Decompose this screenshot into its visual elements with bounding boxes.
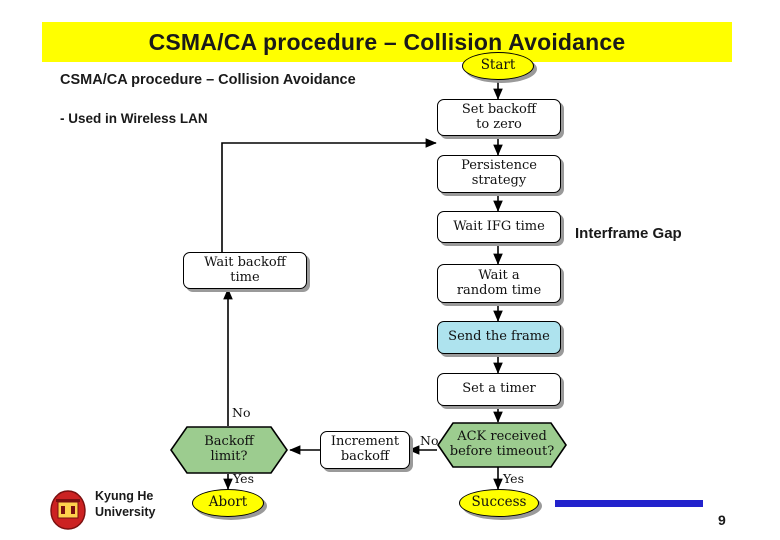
node-send-frame-label: Send the frame <box>448 329 550 345</box>
node-set-a-timer: Set a timer <box>437 373 561 406</box>
university-name: Kyung He University <box>95 489 155 520</box>
node-wait-ifg-label: Wait IFG time <box>453 218 545 234</box>
node-abort: Abort <box>192 489 264 517</box>
node-set-timer-label: Set a timer <box>462 381 536 397</box>
node-increment-line1: Increment <box>330 434 400 450</box>
node-abort-label: Abort <box>208 494 248 511</box>
node-wait-ifg-time: Wait IFG time <box>437 211 561 243</box>
university-line2: University <box>95 504 156 519</box>
edge-label-limit-yes: Yes <box>233 471 254 486</box>
node-wait-random-line1: Wait a <box>478 267 520 283</box>
page-number: 9 <box>718 512 726 528</box>
node-success: Success <box>459 489 539 517</box>
node-set-backoff-line2: to zero <box>476 116 522 132</box>
node-increment-line2: backoff <box>340 449 390 464</box>
node-send-the-frame: Send the frame <box>437 321 561 354</box>
node-wait-backoff-line1: Wait backoff <box>204 254 286 270</box>
node-start-label: Start <box>480 57 516 74</box>
edge-label-ack-no: No <box>420 433 439 448</box>
slide: CSMA/CA procedure – Collision Avoidance … <box>0 0 780 540</box>
node-wait-backoff-line2: time <box>230 269 260 285</box>
node-wait-random-time: Wait a random time <box>437 264 561 303</box>
footer-accent-bar <box>555 500 703 507</box>
university-line1: Kyung He <box>95 489 154 503</box>
university-logo-icon <box>48 489 88 531</box>
node-set-backoff-to-zero: Set backoff to zero <box>437 99 561 136</box>
edge-label-limit-no: No <box>232 405 251 420</box>
node-success-label: Success <box>471 494 527 511</box>
node-increment-backoff: Increment backoff <box>320 431 410 469</box>
node-wait-backoff-time: Wait backoff time <box>183 252 307 289</box>
node-start: Start <box>462 52 534 80</box>
node-wait-random-line2: random time <box>456 282 542 298</box>
node-ack-received-decision: ACK received before timeout? <box>437 422 567 468</box>
edge-label-ack-yes: Yes <box>503 471 524 486</box>
node-persistence-line1: Persistence <box>461 158 537 174</box>
node-backoff-limit-decision: Backoff limit? <box>170 426 288 474</box>
node-persistence-strategy: Persistence strategy <box>437 155 561 193</box>
node-persistence-line2: strategy <box>471 173 527 188</box>
node-set-backoff-line1: Set backoff <box>461 101 537 117</box>
